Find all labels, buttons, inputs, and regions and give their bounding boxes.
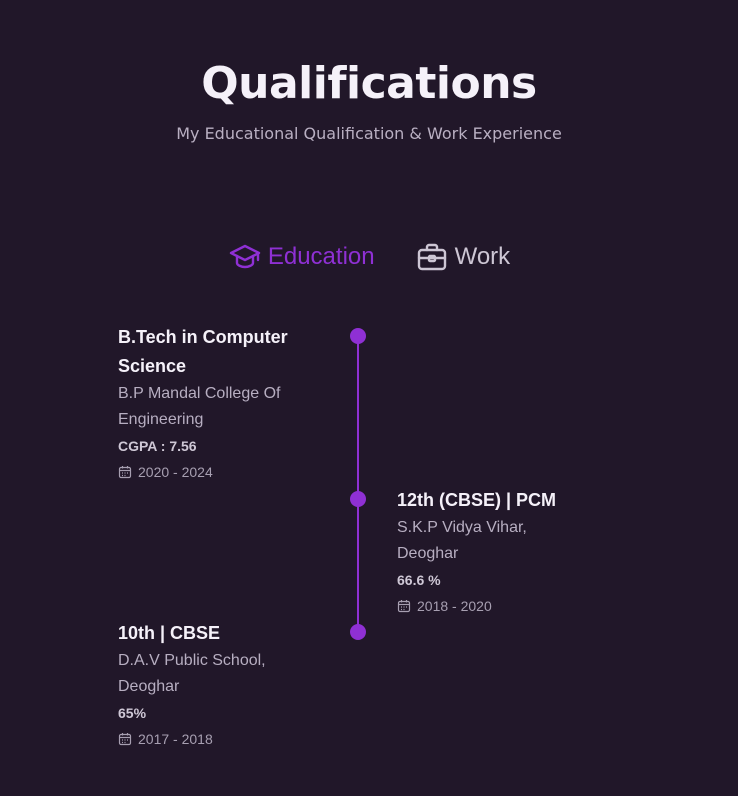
entry-title: Science [118,356,187,376]
tab-work[interactable]: Work [415,240,511,274]
entry-institution: Deoghar [118,678,180,695]
timeline-entry-12th: 12th (CBSE) | PCM S.K.P Vidya Vihar, Deo… [397,486,627,619]
page-subtitle: My Educational Qualification & Work Expe… [176,124,562,143]
timeline-entry-10th: 10th | CBSE D.A.V Public School, Deoghar… [118,619,348,752]
entry-title: B.Tech in Computer [118,327,288,347]
entry-institution: D.A.V Public School, [118,652,266,669]
entry-date: 2020 - 2024 [118,459,348,485]
entry-date-text: 2020 - 2024 [138,464,213,480]
entry-institution: Deoghar [397,545,459,562]
tab-education[interactable]: Education [228,240,375,274]
entry-title: 10th | CBSE [118,623,221,643]
calendar-icon [118,465,132,479]
timeline-dot [350,624,366,640]
entry-date-text: 2018 - 2020 [417,598,492,614]
entry-date: 2018 - 2020 [397,593,627,619]
qualification-tabs: Education Work [0,240,738,274]
graduation-cap-icon [228,240,262,274]
entry-score: 65% [118,705,147,721]
page-title: Qualifications [201,58,537,109]
entry-score: 66.6 % [397,572,441,588]
timeline-line [357,336,359,632]
entry-score: CGPA : 7.56 [118,438,197,454]
entry-institution: B.P Mandal College Of [118,385,281,402]
entry-title: 12th (CBSE) | PCM [397,490,557,510]
briefcase-icon [415,240,449,274]
tab-work-label: Work [454,243,511,270]
timeline-entry-btech: B.Tech in Computer Science B.P Mandal Co… [118,323,348,485]
entry-institution: Engineering [118,411,204,428]
entry-institution: S.K.P Vidya Vihar, [397,519,527,536]
tab-education-label: Education [267,243,375,270]
entry-date: 2017 - 2018 [118,726,348,752]
entry-date-text: 2017 - 2018 [138,731,213,747]
calendar-icon [118,732,132,746]
timeline-dot [350,491,366,507]
timeline-dot [350,328,366,344]
calendar-icon [397,599,411,613]
